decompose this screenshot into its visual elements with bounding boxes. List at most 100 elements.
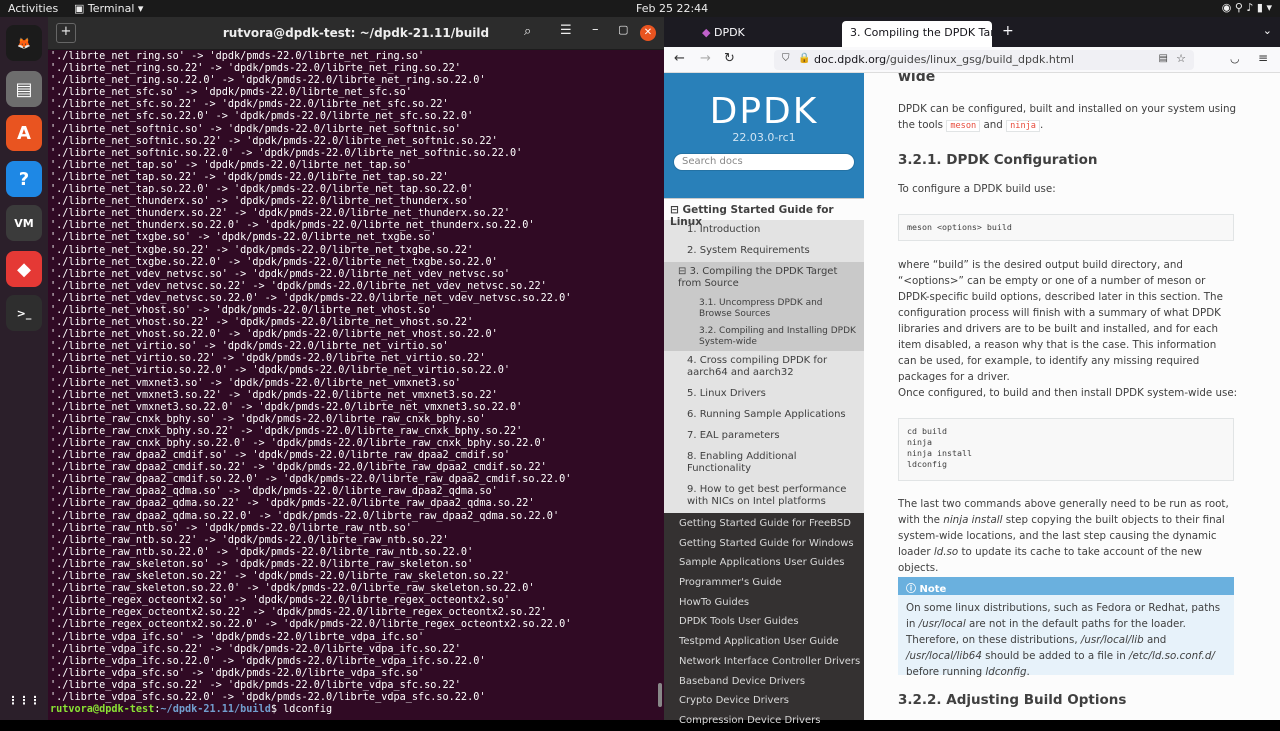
help-icon[interactable]: ? <box>6 161 42 197</box>
code-ninja: ninja <box>1006 120 1040 132</box>
nav-item[interactable]: 6. Running Sample Applications <box>664 405 864 426</box>
search-icon[interactable]: ⌕ <box>524 24 531 39</box>
nav-item[interactable]: 5. Linux Drivers <box>664 384 864 405</box>
terminal-line: './librte_net_vdev_netvsc.so' -> 'dpdk/p… <box>50 268 511 280</box>
terminal-line: './librte_vdpa_ifc.so' -> 'dpdk/pmds-22.… <box>50 631 425 643</box>
pocket-icon[interactable]: ◡ <box>1230 52 1240 65</box>
code-block-install[interactable]: cd build ninja ninja install ldconfig <box>898 418 1234 481</box>
app-name: Terminal <box>87 2 135 15</box>
nav-guide-link[interactable]: HowTo Guides <box>664 593 864 613</box>
app-menu-icon[interactable]: ≡ <box>1258 51 1268 65</box>
nav-caption[interactable]: ⊟ Getting Started Guide for Linux <box>664 198 864 228</box>
code-block-configure[interactable]: meson <options> build <box>898 214 1234 241</box>
forward-icon[interactable]: → <box>700 51 711 66</box>
heading-dpdk-configuration: 3.2.1. DPDK Configuration <box>898 152 1098 168</box>
shield-icon[interactable]: ⛉ <box>782 53 790 64</box>
tab-label: 3. Compiling the DPDK Target <box>850 26 992 39</box>
terminal-line: './librte_net_vhost.so.22' -> 'dpdk/pmds… <box>50 317 474 329</box>
clock[interactable]: Feb 25 22:44 <box>636 2 708 15</box>
reader-view-icon[interactable]: ▤ <box>1159 53 1168 64</box>
terminal-line: './librte_raw_dpaa2_cmdif.so' -> 'dpdk/p… <box>50 450 511 462</box>
files-icon[interactable]: ▤ <box>6 71 42 107</box>
new-tab-button[interactable]: + <box>996 21 1020 47</box>
text: . <box>1026 666 1030 678</box>
terminal-line: './librte_net_thunderx.so.22.0' -> 'dpdk… <box>50 220 535 232</box>
tab-label: DPDK <box>713 26 745 39</box>
emphasis: /usr/local <box>918 618 966 630</box>
nav-guide-link[interactable]: Programmer's Guide <box>664 573 864 593</box>
text: should be added to a file in <box>981 650 1130 662</box>
tab-compiling[interactable]: 3. Compiling the DPDK Target ✕ <box>842 21 992 47</box>
terminal-line: './librte_net_virtio.so.22.0' -> 'dpdk/p… <box>50 365 511 377</box>
tab-dpdk[interactable]: ◆ DPDK <box>694 21 834 47</box>
note-title: ⓘ Note <box>898 577 1234 595</box>
software-icon[interactable]: A <box>6 115 42 151</box>
vm-icon[interactable]: VM <box>6 205 42 241</box>
search-input[interactable]: Search docs <box>673 153 855 171</box>
terminal-line: './librte_net_vdev_netvsc.so.22.0' -> 'd… <box>50 292 572 304</box>
bookmark-star-icon[interactable]: ☆ <box>1176 52 1186 65</box>
nav-guide-link[interactable]: Compression Device Drivers <box>664 711 864 731</box>
emphasis: ld.so <box>933 546 959 558</box>
reload-icon[interactable]: ↻ <box>724 51 735 66</box>
nav-item[interactable]: 9. How to get best performance with NICs… <box>664 480 864 513</box>
terminal-line: './librte_regex_octeontx2.so.22' -> 'dpd… <box>50 607 547 619</box>
lock-icon[interactable]: 🔒 <box>798 53 810 64</box>
terminal-line: './librte_net_vmxnet3.so.22.0' -> 'dpdk/… <box>50 401 523 413</box>
nav-item[interactable]: 1. Introduction <box>664 220 864 241</box>
nav-guide-link[interactable]: Sample Applications User Guides <box>664 553 864 573</box>
firefox-icon[interactable]: 🦊 <box>6 25 42 61</box>
top-bar: Activities ▣ Terminal ▾ Feb 25 22:44 ◉ ⚲… <box>0 0 1280 17</box>
list-all-tabs-icon[interactable]: ⌄ <box>1263 24 1272 37</box>
install-paragraph: Once configured, to build and then insta… <box>898 387 1238 399</box>
maximize-icon[interactable]: ▢ <box>618 23 628 36</box>
dpdk-logo[interactable]: DPDK <box>664 91 864 132</box>
menu-icon[interactable]: ☰ <box>560 23 572 38</box>
app-menu[interactable]: ▣ Terminal ▾ <box>74 2 143 15</box>
terminal-line: './librte_raw_skeleton.so.22' -> 'dpdk/p… <box>50 571 511 583</box>
back-icon[interactable]: ← <box>674 51 685 66</box>
terminal-line: './librte_raw_ntb.so.22' -> 'dpdk/pmds-2… <box>50 534 449 546</box>
terminal-line: './librte_raw_dpaa2_qdma.so.22' -> 'dpdk… <box>50 498 535 510</box>
terminal-output[interactable]: './librte_net_ring.so' -> 'dpdk/pmds-22.… <box>50 51 656 720</box>
docs-sidebar: DPDK 22.03.0-rc1 Search docs ⊟ Getting S… <box>664 73 864 726</box>
doc-content: wide DPDK can be configured, built and i… <box>864 73 1280 720</box>
terminal-line: './librte_net_softnic.so.22.0' -> 'dpdk/… <box>50 147 523 159</box>
nav-guide-link[interactable]: Getting Started Guide for FreeBSD <box>664 514 864 534</box>
emphasis: /usr/local/lib <box>1080 634 1144 646</box>
nav-item[interactable]: 7. EAL parameters <box>664 426 864 447</box>
terminal-line: './librte_net_ring.so.22' -> 'dpdk/pmds-… <box>50 63 461 75</box>
terminal-header: + rutvora@dpdk-test: ~/dpdk-21.11/build … <box>48 17 664 50</box>
terminal-scrollbar[interactable] <box>658 683 662 707</box>
section-heading-wide: wide <box>898 73 936 85</box>
activities-button[interactable]: Activities <box>8 2 58 15</box>
terminal-line: './librte_net_ring.so' -> 'dpdk/pmds-22.… <box>50 51 425 62</box>
nav-guide-link[interactable]: Network Interface Controller Drivers <box>664 652 864 672</box>
nav-guide-link[interactable]: Getting Started Guide for Windows <box>664 534 864 554</box>
terminal-line: './librte_net_txgbe.so' -> 'dpdk/pmds-22… <box>50 232 437 244</box>
nav-guide-link[interactable]: Testpmd Application User Guide <box>664 632 864 652</box>
nav-item[interactable]: 8. Enabling Additional Functionality <box>664 447 864 480</box>
nav-guide-link[interactable]: Baseband Device Drivers <box>664 672 864 692</box>
terminal-icon[interactable]: >_ <box>6 295 42 331</box>
minimize-icon[interactable]: – <box>592 22 599 37</box>
terminal-line: './librte_raw_dpaa2_qdma.so' -> 'dpdk/pm… <box>50 486 498 498</box>
system-tray[interactable]: ◉ ⚲ ♪ ▮ ▾ <box>1222 1 1272 14</box>
apps-grid-icon[interactable]: ⋮⋮⋮ <box>6 682 42 718</box>
text: and <box>1143 634 1167 646</box>
build-explanation-paragraph: where “build” is the desired output buil… <box>898 259 1223 383</box>
prompt-user: rutvora@dpdk-test <box>50 704 155 716</box>
close-icon[interactable]: ✕ <box>640 25 656 41</box>
nav-item[interactable]: 4. Cross compiling DPDK for aarch64 and … <box>664 351 864 384</box>
anydesk-icon[interactable]: ◆ <box>6 251 42 287</box>
terminal-line: './librte_raw_ntb.so' -> 'dpdk/pmds-22.0… <box>50 522 412 534</box>
url-bar[interactable]: ⛉ 🔒 doc.dpdk.org/guides/linux_gsg/build_… <box>774 50 1194 70</box>
terminal-line: './librte_net_vdev_netvsc.so.22' -> 'dpd… <box>50 280 547 292</box>
terminal-line: './librte_net_sfc.so' -> 'dpdk/pmds-22.0… <box>50 87 412 99</box>
nav-guide-link[interactable]: DPDK Tools User Guides <box>664 612 864 632</box>
nav-guide-link[interactable]: Crypto Device Drivers <box>664 691 864 711</box>
nav-subitem[interactable]: 3.2. Compiling and Installing DPDK Syste… <box>664 323 864 351</box>
nav-item[interactable]: 2. System Requirements <box>664 241 864 262</box>
nav-subitem[interactable]: 3.1. Uncompress DPDK and Browse Sources <box>664 295 864 323</box>
nav-item-current[interactable]: ⊟ 3. Compiling the DPDK Target from Sour… <box>664 262 864 295</box>
